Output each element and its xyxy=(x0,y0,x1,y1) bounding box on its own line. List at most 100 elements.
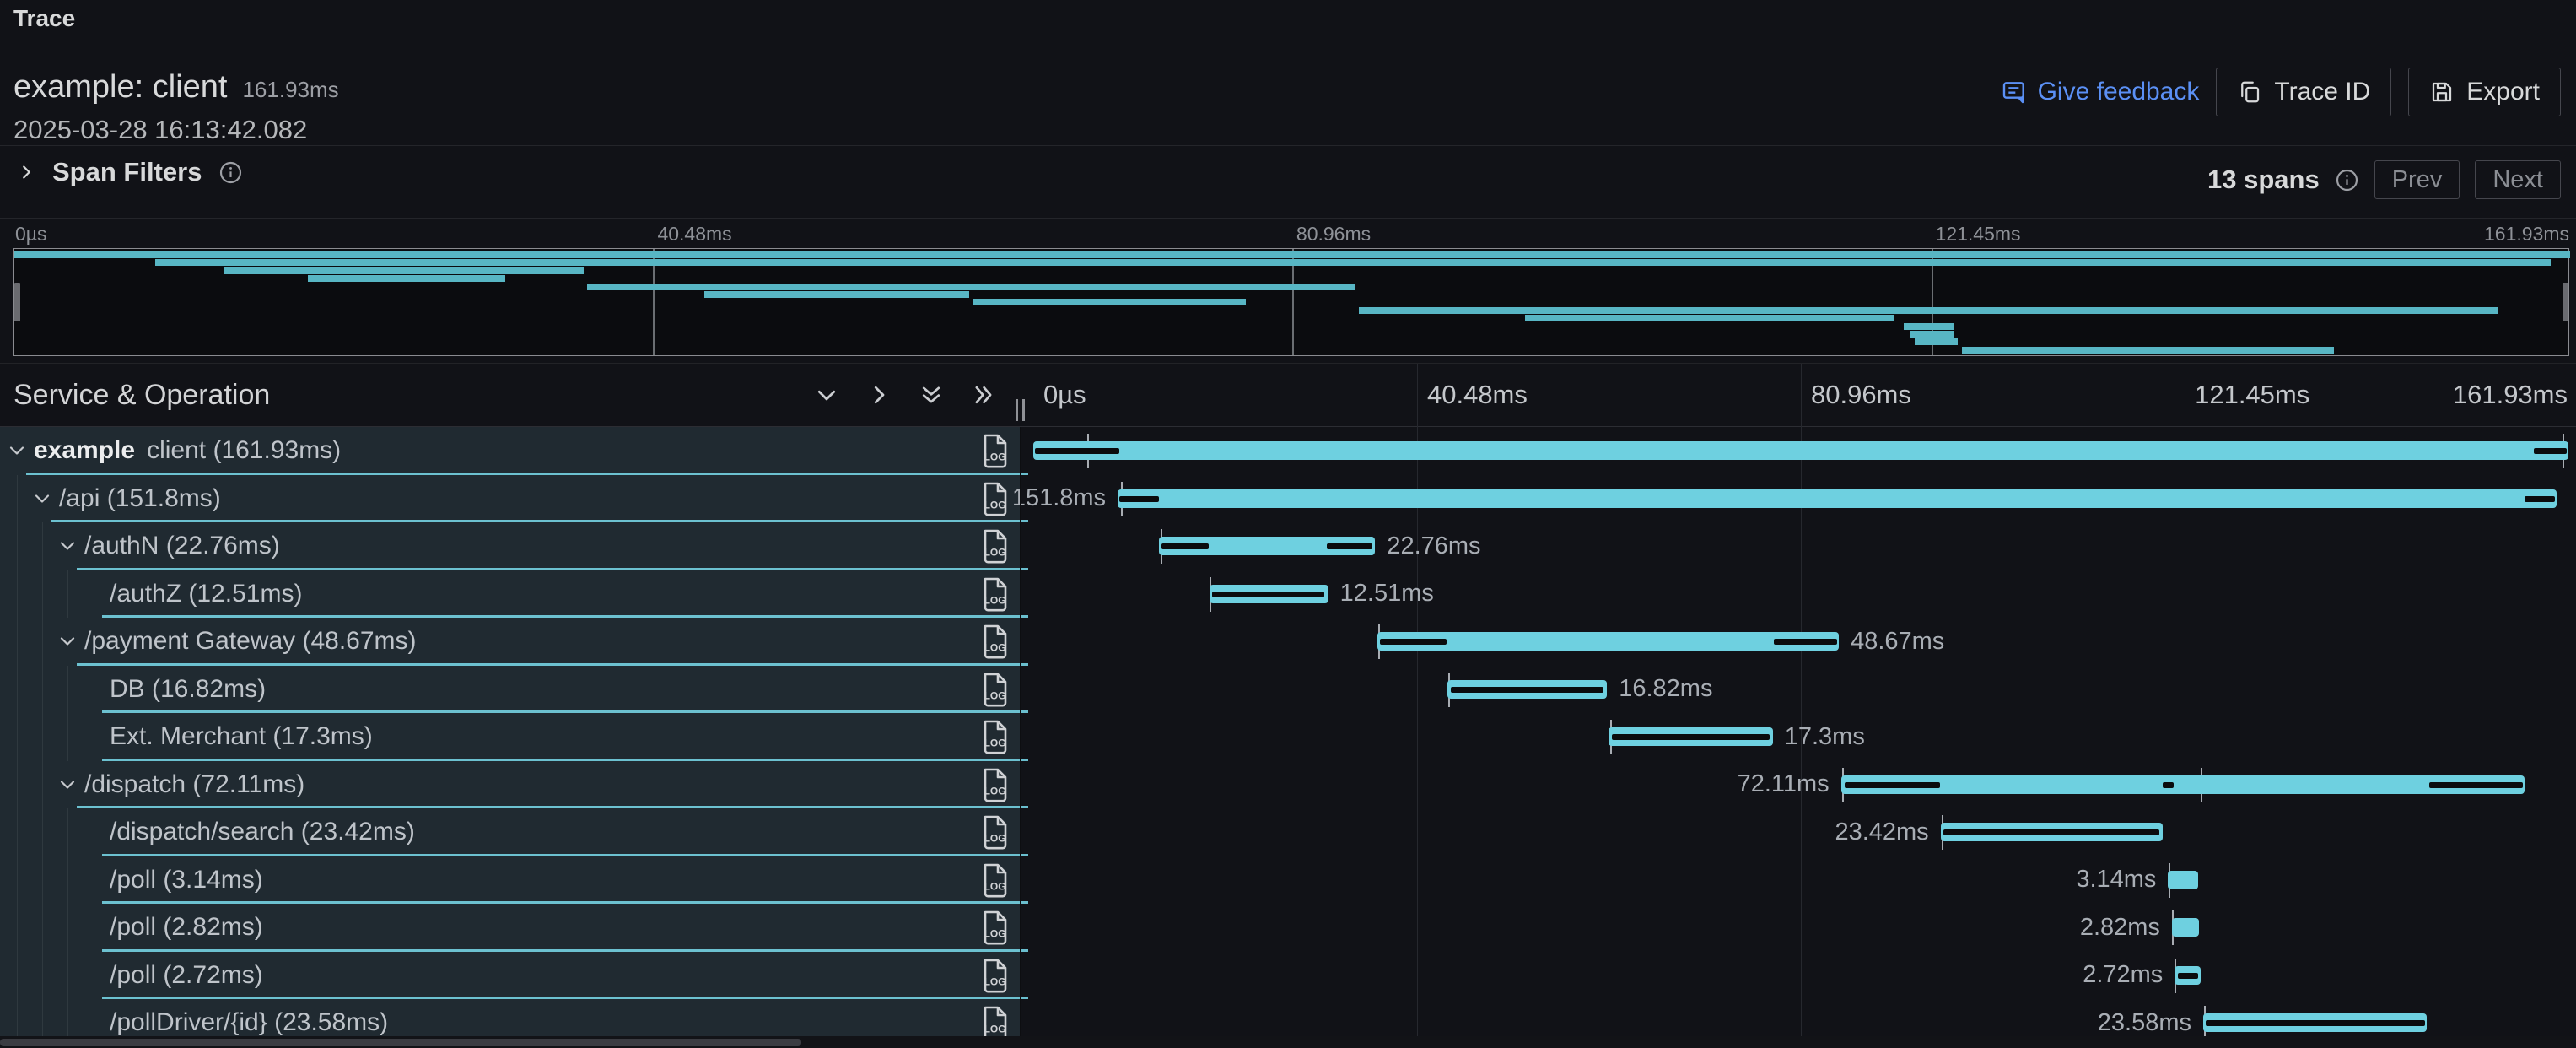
span-filters-title: Span Filters xyxy=(52,157,202,187)
span-row-timeline: 23.42ms xyxy=(1021,808,2576,856)
trace-title: example: client xyxy=(13,69,227,105)
span-row-label[interactable]: /payment Gateway (48.67ms)LOG xyxy=(0,618,1020,666)
log-icon[interactable]: LOG xyxy=(979,813,1010,851)
span-bar[interactable] xyxy=(1841,775,2525,794)
prev-span-button[interactable]: Prev xyxy=(2374,160,2460,199)
span-bar[interactable] xyxy=(1210,585,1328,603)
span-name: /dispatch (72.11ms) xyxy=(84,761,304,809)
span-row-label[interactable]: exampleclient (161.93ms)LOG xyxy=(0,427,1020,475)
critical-path-segment xyxy=(2429,782,2523,788)
critical-path-segment xyxy=(2163,782,2174,788)
log-icon[interactable]: LOG xyxy=(979,671,1010,708)
span-name: /api (151.8ms) xyxy=(59,475,221,523)
ruler-tick-label: 161.93ms xyxy=(2453,364,2568,426)
minimap-span-bar xyxy=(1525,315,1894,321)
span-bar[interactable] xyxy=(2203,1013,2427,1032)
span-rows: exampleclient (161.93ms)LOG/api (151.8ms… xyxy=(0,427,2576,1048)
tree-guide-line xyxy=(67,808,68,856)
chevron-down-icon[interactable] xyxy=(7,440,27,461)
span-name: /authZ (12.51ms) xyxy=(110,570,302,619)
export-button[interactable]: Export xyxy=(2408,68,2561,116)
span-row-label[interactable]: /poll (2.72ms)LOG xyxy=(0,952,1020,1000)
span-bar[interactable] xyxy=(1118,489,2557,508)
span-bar[interactable] xyxy=(2175,966,2201,985)
log-icon[interactable]: LOG xyxy=(979,957,1010,994)
expand-all-icon[interactable] xyxy=(965,373,1002,417)
trace-id-button[interactable]: Trace ID xyxy=(2216,68,2391,116)
span-bar[interactable] xyxy=(1159,537,1375,555)
info-icon[interactable] xyxy=(218,160,243,185)
svg-text:LOG: LOG xyxy=(984,594,1006,606)
trace-row: /authN (22.76ms)LOG22.76ms xyxy=(0,522,2576,570)
span-row-label[interactable]: Ext. Merchant (17.3ms) LOG xyxy=(0,713,1020,761)
minimap-span-bar xyxy=(224,267,584,274)
critical-path-segment xyxy=(1161,543,1209,549)
log-icon[interactable]: LOG xyxy=(979,575,1010,613)
log-icon[interactable]: LOG xyxy=(979,527,1010,565)
ruler-tick-label: 0µs xyxy=(1043,364,1086,426)
chevron-down-icon[interactable] xyxy=(57,536,78,556)
ruler-tick-label: 40.48ms xyxy=(1427,364,1528,426)
trace-row: DB (16.82ms)LOG16.82ms xyxy=(0,666,2576,714)
critical-path-segment xyxy=(1212,592,1324,597)
expand-one-icon[interactable] xyxy=(860,373,897,417)
tree-guide-line xyxy=(42,713,43,761)
log-icon[interactable]: LOG xyxy=(979,862,1010,899)
minimap-right-handle[interactable] xyxy=(2563,283,2568,321)
collapse-all-icon[interactable] xyxy=(913,373,950,417)
page-title: Trace xyxy=(13,5,75,32)
span-bar[interactable] xyxy=(2172,918,2199,937)
tree-guide-line xyxy=(17,952,18,1000)
span-filters-toggle[interactable]: Span Filters xyxy=(17,157,243,187)
span-bar[interactable] xyxy=(1941,823,2163,841)
critical-path-segment xyxy=(1035,448,1119,454)
log-icon[interactable]: LOG xyxy=(979,766,1010,803)
horizontal-scrollbar-thumb[interactable] xyxy=(0,1039,801,1046)
span-row-label[interactable]: /api (151.8ms) LOG xyxy=(0,475,1020,523)
span-row-label[interactable]: /dispatch/search (23.42ms)LOG xyxy=(0,808,1020,856)
trace-row: /dispatch (72.11ms)LOG72.11ms xyxy=(0,761,2576,809)
tree-guide-line xyxy=(17,713,18,761)
chevron-down-icon[interactable] xyxy=(32,489,52,509)
span-row-label[interactable]: /poll (2.82ms)LOG xyxy=(0,904,1020,952)
chevron-down-icon[interactable] xyxy=(57,631,78,651)
span-bar[interactable] xyxy=(1447,680,1607,699)
span-row-label[interactable]: /dispatch (72.11ms) LOG xyxy=(0,761,1020,809)
give-feedback-link[interactable]: Give feedback xyxy=(2001,78,2200,106)
tree-guide-line xyxy=(17,666,18,714)
span-bar[interactable] xyxy=(1033,441,2568,460)
span-duration-label: 2.82ms xyxy=(2080,904,2160,952)
minimap-tick-label: 121.45ms xyxy=(1936,223,2021,246)
minimap-tick-label: 40.48ms xyxy=(657,223,731,246)
chevron-down-icon[interactable] xyxy=(57,775,78,795)
span-bar[interactable] xyxy=(1609,727,1772,746)
trace-row: Ext. Merchant (17.3ms)LOG17.3ms xyxy=(0,713,2576,761)
tree-guide-line xyxy=(17,856,18,905)
log-icon[interactable]: LOG xyxy=(979,909,1010,946)
info-icon[interactable] xyxy=(2335,168,2359,192)
log-icon[interactable]: LOG xyxy=(979,718,1010,755)
log-icon[interactable]: LOG xyxy=(979,623,1010,660)
log-icon[interactable]: LOG xyxy=(979,432,1010,469)
span-row-label[interactable]: /authZ (12.51ms) LOG xyxy=(0,570,1020,619)
span-name: Ext. Merchant (17.3ms) xyxy=(110,713,373,761)
tree-guide-line xyxy=(42,808,43,856)
tree-guide-line xyxy=(67,904,68,952)
span-count: 13 spans xyxy=(2207,165,2320,195)
svg-text:LOG: LOG xyxy=(984,451,1006,463)
log-icon[interactable]: LOG xyxy=(979,480,1010,517)
span-row-label[interactable]: /poll (3.14ms)LOG xyxy=(0,856,1020,905)
span-bar[interactable] xyxy=(1377,632,1839,651)
span-bar[interactable] xyxy=(2168,871,2197,889)
next-span-button[interactable]: Next xyxy=(2475,160,2561,199)
minimap-span-bar xyxy=(155,259,2551,266)
span-row-timeline: 16.82ms xyxy=(1021,666,2576,714)
span-row-label[interactable]: DB (16.82ms)LOG xyxy=(0,666,1020,714)
span-row-label[interactable]: /authN (22.76ms)LOG xyxy=(0,522,1020,570)
minimap-left-handle[interactable] xyxy=(14,283,20,321)
tree-guide-line xyxy=(67,666,68,714)
trace-timestamp: 2025-03-28 16:13:42.082 xyxy=(13,115,307,145)
collapse-one-icon[interactable] xyxy=(808,373,845,417)
critical-path-segment xyxy=(1119,496,1159,502)
minimap-canvas[interactable] xyxy=(13,248,2569,356)
